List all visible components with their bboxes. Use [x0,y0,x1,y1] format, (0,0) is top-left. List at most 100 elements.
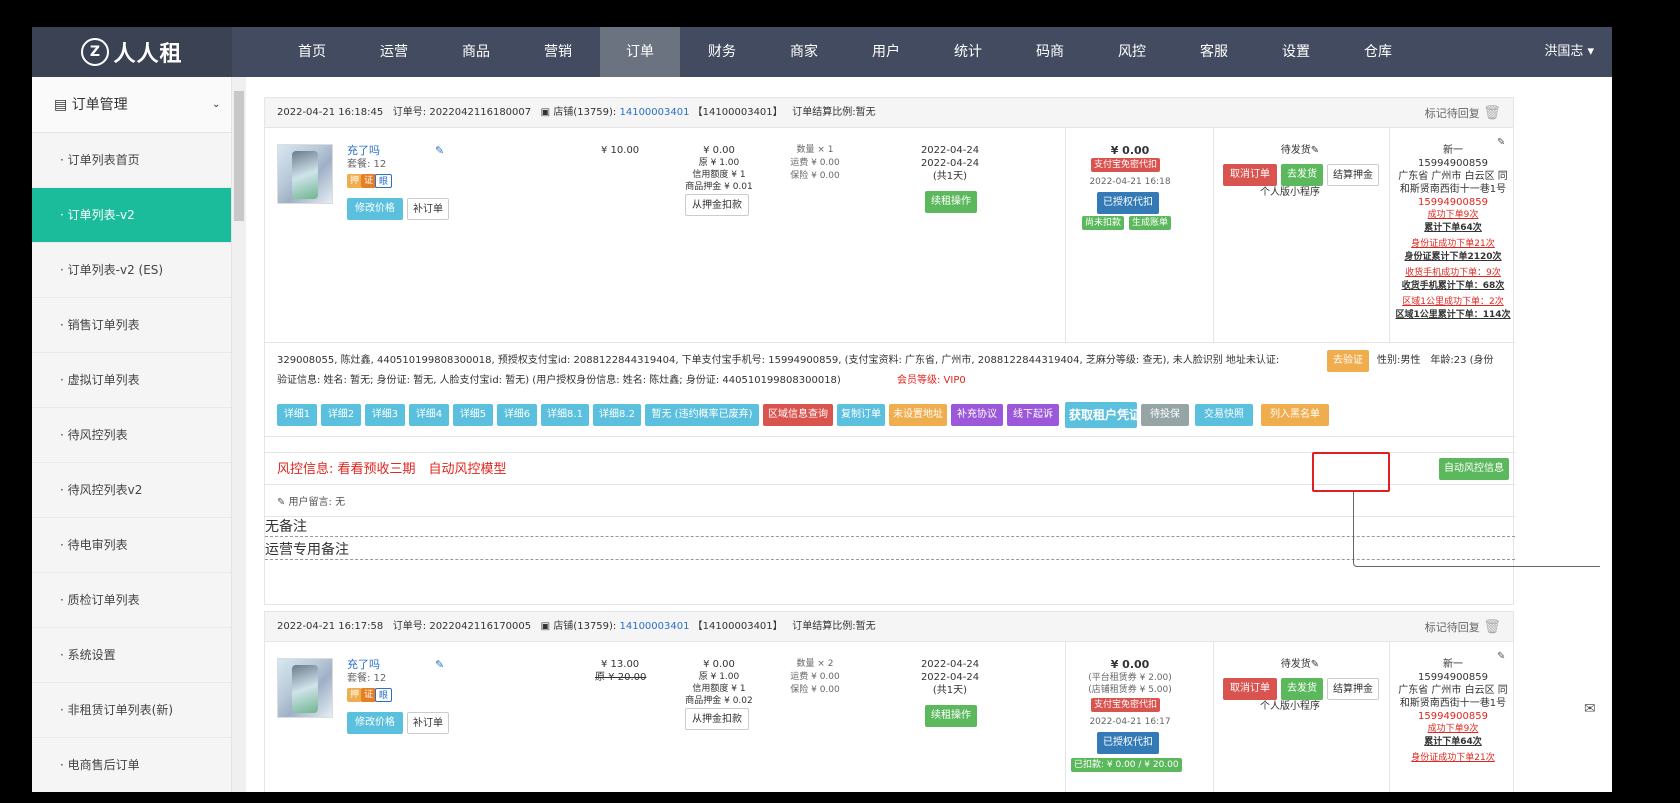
sidebar-item-order-list-v2-es[interactable]: · 订单列表-v2 (ES) [32,243,231,298]
product-name-link[interactable]: 充了吗 [347,144,380,157]
mark-reply[interactable]: 标记待回复 🗑 [1425,98,1501,129]
nav-item-users[interactable]: 用户 [846,27,926,77]
sidebar-item-non-rental-orders[interactable]: · 非租赁订单列表(新) [32,683,231,738]
authorized-deduct-button[interactable]: 已授权代扣 [1097,192,1159,214]
stat-area-total[interactable]: 区域1公里累计下单：114次 [1393,309,1513,322]
nav-item-finance[interactable]: 财务 [682,27,762,77]
deposit: 商品押金 ¥ 0.02 [685,696,753,706]
detail-2-button[interactable]: 详细2 [321,404,361,426]
product-name-link[interactable]: 充了吗 [347,658,380,671]
renew-button[interactable]: 续租操作 [925,705,977,727]
nav-item-orders[interactable]: 订单 [600,27,680,77]
default-probability-button[interactable]: 暂无 (违约概率已废弃) [645,404,759,426]
product-image[interactable] [277,658,333,718]
mail-icon[interactable]: ✉ [1584,701,1596,717]
nav-item-risk[interactable]: 风控 [1092,27,1172,77]
cancel-order-button[interactable]: 取消订单 [1223,164,1277,186]
nav-item-marketing[interactable]: 营销 [518,27,598,77]
detail-6-button[interactable]: 详细6 [497,404,537,426]
nav-item-ops[interactable]: 运营 [354,27,434,77]
sidebar-item-pending-phone-review[interactable]: · 待电审列表 [32,518,231,573]
nav-item-stats[interactable]: 统计 [928,27,1008,77]
remark-field[interactable]: 无备注 [265,518,1515,537]
edit-icon[interactable]: ✎ [435,144,444,157]
stat-area-success[interactable]: 区域1公里成功下单：2次 [1393,296,1513,309]
stat-id-success[interactable]: 身份证成功下单21次 [1393,752,1513,765]
sidebar-item-pending-risk[interactable]: · 待风控列表 [32,408,231,463]
shop-link[interactable]: 14100003401 [619,621,689,632]
sidebar-item-pending-risk-v2[interactable]: · 待风控列表v2 [32,463,231,518]
supplement-agreement-button[interactable]: 补充协议 [951,404,1003,426]
detail-5-button[interactable]: 详细5 [453,404,493,426]
no-address-button[interactable]: 未设置地址 [889,404,947,426]
auto-risk-info-button[interactable]: 自动风控信息 [1439,458,1509,480]
detail-8-2-button[interactable]: 详细8.2 [593,404,641,426]
shop-link[interactable]: 14100003401 [619,107,689,118]
ship-button[interactable]: 去发货 [1281,164,1323,186]
stat-success-orders[interactable]: 成功下单9次 [1393,723,1513,736]
detail-1-button[interactable]: 详细1 [277,404,317,426]
pending-insurance-button[interactable]: 待投保 [1141,404,1189,426]
sidebar-item-sales-orders[interactable]: · 销售订单列表 [32,298,231,353]
sidebar-item-order-home[interactable]: · 订单列表首页 [32,133,231,188]
cancel-order-button[interactable]: 取消订单 [1223,678,1277,700]
reorder-button[interactable]: 补订单 [407,712,449,734]
stat-id-success[interactable]: 身份证成功下单21次 [1393,238,1513,251]
pencil-icon[interactable]: ✎ [1311,659,1319,670]
nav-item-service[interactable]: 客服 [1174,27,1254,77]
screenshot-frame: Z 人人租 首页 运营 商品 营销 订单 财务 商家 用户 统计 码商 风控 客服… [0,0,1680,803]
sidebar-item-system-settings[interactable]: · 系统设置 [32,628,231,683]
area-info-button[interactable]: 区域信息查询 [763,404,833,426]
sidebar-item-after-sales[interactable]: · 电商售后订单 [32,738,231,792]
stat-phone-success[interactable]: 收货手机成功下单：9次 [1393,267,1513,280]
product-image[interactable] [277,144,333,204]
authorized-deduct-button[interactable]: 已授权代扣 [1097,732,1159,754]
user-menu[interactable]: 洪国志 ▾ [1544,27,1594,77]
sidebar-item-qc-orders[interactable]: · 质检订单列表 [32,573,231,628]
nav-item-home[interactable]: 首页 [272,27,352,77]
detail-3-button[interactable]: 详细3 [365,404,405,426]
renew-button[interactable]: 续租操作 [925,191,977,213]
detail-8-1-button[interactable]: 详细8.1 [541,404,589,426]
blacklist-button[interactable]: 列入黑名单 [1261,404,1329,426]
page-scrollbar[interactable] [1600,77,1612,792]
stat-success-orders[interactable]: 成功下单9次 [1393,209,1513,222]
sidebar-item-order-list-v2[interactable]: · 订单列表-v2 [32,188,231,243]
pay-amount: ¥ 0.00 [1110,144,1150,157]
verify-button[interactable]: 去验证 [1327,350,1369,372]
detail-4-button[interactable]: 详细4 [409,404,449,426]
sidebar-item-virtual-orders[interactable]: · 虚拟订单列表 [32,353,231,408]
trash-icon[interactable]: 🗑 [1483,105,1501,121]
copy-order-button[interactable]: 复制订单 [837,404,885,426]
pencil-icon[interactable]: ✎ [1311,145,1319,156]
nav-item-goods[interactable]: 商品 [436,27,516,77]
ship-button[interactable]: 去发货 [1281,678,1323,700]
nav-item-settings[interactable]: 设置 [1256,27,1336,77]
ops-remark-field[interactable]: 运营专用备注 [265,541,1515,560]
deduct-deposit-button[interactable]: 从押金扣款 [685,194,749,216]
nav-item-code-merchant[interactable]: 码商 [1010,27,1090,77]
nav-item-merchants[interactable]: 商家 [764,27,844,77]
deduct-deposit-button[interactable]: 从押金扣款 [685,708,749,730]
stat-total-orders[interactable]: 累计下单64次 [1393,222,1513,235]
sidebar-header[interactable]: ▤ 订单管理 ⌄ [32,77,231,133]
trash-icon[interactable]: 🗑 [1483,619,1501,635]
stat-total-orders[interactable]: 累计下单64次 [1393,736,1513,749]
generate-bill-tag[interactable]: 生成账单 [1129,216,1172,230]
edit-icon[interactable]: ✎ [435,658,444,671]
stat-phone-total[interactable]: 收货手机累计下单：68次 [1393,280,1513,293]
settle-deposit-button[interactable]: 结算押金 [1327,678,1379,700]
get-tenant-voucher-button[interactable]: 获取租户凭证 [1065,402,1137,428]
settle-deposit-button[interactable]: 结算押金 [1327,164,1379,186]
nav-item-warehouse[interactable]: 仓库 [1338,27,1418,77]
sidebar-scrollbar[interactable] [232,77,246,792]
mark-reply[interactable]: 标记待回复 🗑 [1425,612,1501,643]
edit-price-button[interactable]: 修改价格 [347,712,403,734]
logo[interactable]: Z 人人租 [32,27,232,77]
scrollbar-thumb[interactable] [234,91,244,221]
trade-snapshot-button[interactable]: 交易快照 [1195,404,1253,426]
stat-id-total[interactable]: 身份证累计下单2120次 [1393,251,1513,264]
offline-lawsuit-button[interactable]: 线下起诉 [1007,404,1059,426]
reorder-button[interactable]: 补订单 [407,198,449,220]
edit-price-button[interactable]: 修改价格 [347,198,403,220]
